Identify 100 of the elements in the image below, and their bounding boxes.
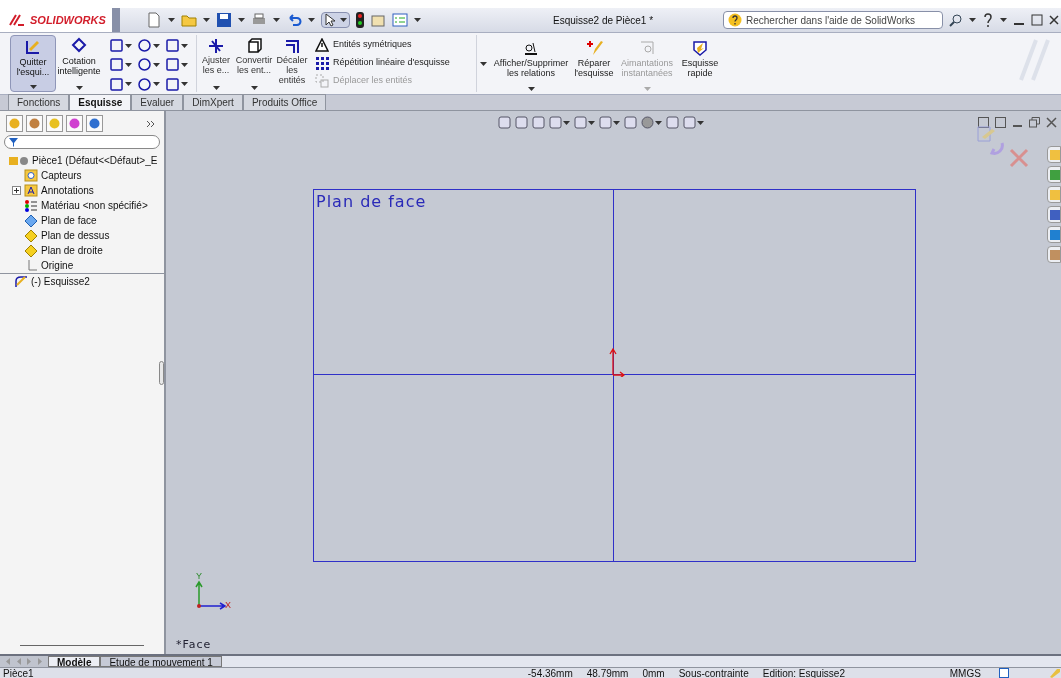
annotation-folder-icon [24,184,38,197]
caret-icon[interactable] [613,120,620,125]
ribbon-button[interactable]: Décaler les entités [273,35,311,92]
ribbon-list-item[interactable]: Répétition linéaire d'esquisse [315,56,476,70]
tree-item[interactable]: Annotations [41,183,94,198]
caret-icon[interactable] [125,43,132,48]
tree-item[interactable]: Plan de dessus [41,228,110,243]
tree-item[interactable]: Origine [41,258,74,273]
dimension-icon[interactable] [70,37,88,55]
ribbon-button[interactable]: Convertir les ent... [235,35,273,92]
command-tab[interactable]: Produits Office [242,94,327,110]
caret-icon[interactable] [1000,18,1007,22]
command-tab[interactable]: DimXpert [183,94,243,110]
quick-sketch-icon[interactable] [691,39,709,57]
target-tab-icon[interactable] [68,117,81,130]
filter-field[interactable] [4,135,160,149]
tile-left-icon[interactable] [978,117,989,128]
ribbon-button[interactable]: Ajuster les e... [197,35,235,92]
chevron-right-icon[interactable] [146,118,156,129]
part-icon [8,154,30,167]
caret-icon[interactable] [29,85,37,89]
sketch-exit-icon[interactable] [24,38,42,56]
panel-splitter-handle[interactable] [159,361,164,385]
caret-icon[interactable] [153,82,160,87]
status-text: MMGS [949,668,982,678]
command-tab[interactable]: Esquisse [69,94,132,110]
caret-icon[interactable] [238,18,245,22]
search-icon[interactable] [949,13,963,27]
ribbon-button[interactable]: Quitter l'esqui... [10,35,56,92]
library-icon[interactable] [1049,168,1060,181]
appearance-tab-icon[interactable] [88,117,101,130]
pencil-plus-icon[interactable] [585,39,603,57]
traffic-light-icon[interactable] [356,12,364,28]
status-text: Pièce1 [2,668,35,678]
save-icon[interactable] [216,12,232,28]
help-search-field[interactable]: Rechercher dans l'aide de SolidWorks [723,11,943,29]
help-box-icon[interactable] [999,668,1009,678]
caret-icon[interactable] [340,18,347,22]
caret-icon[interactable] [588,120,595,125]
checklist-icon[interactable] [392,12,408,28]
properties-tab-icon[interactable] [28,117,41,130]
caret-icon[interactable] [181,63,188,67]
expand-plus-icon[interactable] [12,186,21,195]
command-tab[interactable]: Evaluer [131,94,184,110]
caret-icon[interactable] [527,87,535,91]
caret-icon[interactable] [125,63,132,67]
grid-pattern-icon[interactable] [315,56,329,70]
caret-icon[interactable] [697,120,704,125]
caret-icon[interactable] [153,63,160,67]
caret-icon[interactable] [563,120,570,125]
caret-icon[interactable] [75,86,83,90]
tree-item[interactable]: Capteurs [41,168,82,183]
properties-icon[interactable] [1049,208,1060,221]
caret-icon[interactable] [655,120,662,125]
caret-icon[interactable] [153,43,160,48]
ribbon-button[interactable]: Réparer l'esquisse [572,35,616,92]
tree-root-label[interactable]: Pièce1 (Défaut<<Défaut>_E [32,153,158,168]
ribbon-list-item[interactable]: Entités symétriques [315,38,476,52]
material-icon [24,199,38,212]
tile-right-icon[interactable] [995,117,1006,128]
caret-icon[interactable] [203,18,210,22]
caret-icon[interactable] [480,61,487,66]
axis-label: Y [196,570,202,583]
command-tab[interactable]: Fonctions [8,94,70,110]
appearance-icon[interactable] [1049,228,1060,241]
select-button[interactable] [321,12,350,28]
undo-icon[interactable] [286,12,302,28]
caret-icon[interactable] [168,18,175,22]
caret-icon[interactable] [212,86,220,90]
ribbon-button[interactable]: Esquisse rapide [678,35,722,92]
ribbon-button[interactable]: Afficher/Supprimer les relations [490,35,572,92]
caret-icon[interactable] [181,43,188,48]
restore-icon[interactable] [1029,117,1040,128]
status-text: 48.79mm [586,668,630,678]
caret-icon[interactable] [414,18,421,22]
warning-triangle-icon[interactable] [315,38,329,52]
caret-icon[interactable] [181,82,188,87]
tree-item[interactable]: (-) Esquisse2 [31,274,90,289]
tree-item[interactable]: Plan de face [41,213,97,228]
caret-icon[interactable] [250,86,258,90]
ribbon-button[interactable]: Cotation intelligente [56,35,102,92]
rectangle-icon[interactable] [110,58,123,72]
sketch-icon [14,275,28,288]
caret-icon[interactable] [125,82,132,87]
question-mark-icon[interactable] [982,13,994,27]
tree-item[interactable]: Plan de droite [41,243,103,258]
caret-icon[interactable] [308,18,315,22]
app-logo: SOLIDWORKS [30,12,106,28]
exit-sketch-icon[interactable] [976,125,1004,155]
close-icon[interactable] [1046,117,1057,128]
plane-label: Plan de face [316,191,427,213]
caret-icon[interactable] [273,18,280,22]
close-icon[interactable] [1049,14,1059,26]
caret-icon[interactable] [969,18,976,22]
trim-icon[interactable] [207,37,225,55]
offset-icon[interactable] [283,37,301,55]
new-document-icon[interactable] [146,12,162,28]
view-label: *Face [176,636,212,653]
tree-item[interactable]: Matériau <non spécifié> [41,198,148,213]
maximize-icon[interactable] [1031,14,1043,26]
